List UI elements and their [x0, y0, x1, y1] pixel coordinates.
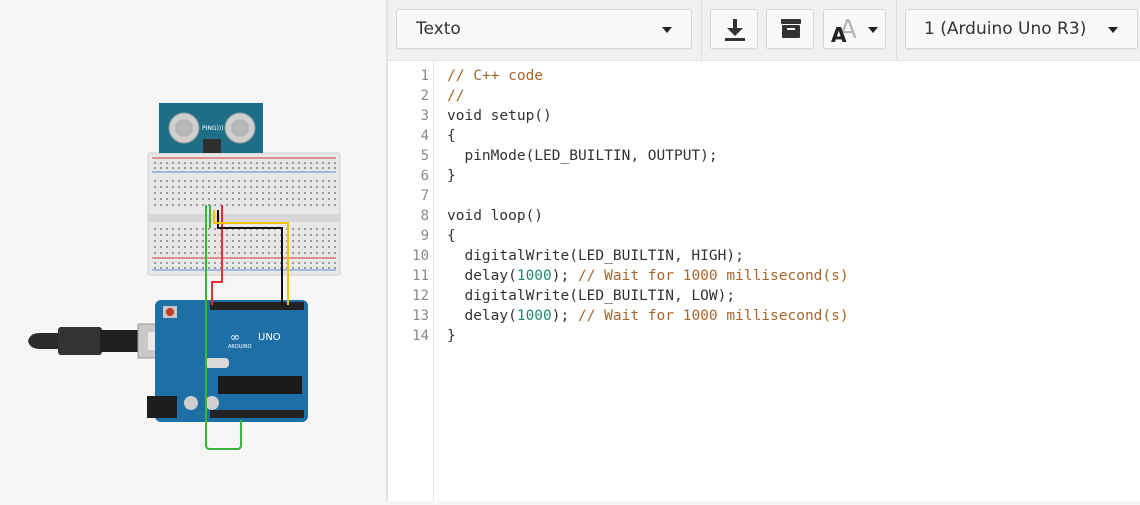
line-number: 10: [412, 248, 429, 264]
code-line[interactable]: void setup(): [447, 106, 849, 126]
download-button[interactable]: [710, 9, 758, 49]
code-line[interactable]: [447, 186, 849, 206]
code-token: }: [447, 168, 456, 184]
line-number: 13: [412, 308, 429, 324]
line-number: 1: [420, 68, 429, 84]
code-token: digitalWrite(LED_BUILTIN, LOW);: [447, 288, 736, 304]
board-select[interactable]: 1 (Arduino Uno R3): [905, 9, 1138, 49]
code-line[interactable]: delay(1000); // Wait for 1000 millisecon…: [447, 266, 849, 286]
font-size-icon: A A A: [831, 15, 857, 47]
code-token: //: [447, 88, 465, 104]
code-token: // C++ code: [447, 68, 544, 84]
code-line[interactable]: digitalWrite(LED_BUILTIN, HIGH);: [447, 246, 849, 266]
mode-select[interactable]: Texto: [396, 9, 692, 49]
code-token: digitalWrite(LED_BUILTIN, HIGH);: [447, 248, 744, 264]
line-number-gutter: 1 2 3 4 5 6 7 8 9 10 11 12 13 14: [388, 61, 434, 501]
code-token: delay(: [447, 268, 517, 284]
infinity-logo-icon: ∞: [230, 330, 240, 344]
code-token: // Wait for 1000 millisecond(s): [577, 268, 849, 284]
code-line[interactable]: digitalWrite(LED_BUILTIN, LOW);: [447, 286, 849, 306]
svg-text:A: A: [831, 23, 847, 47]
line-number: 4: [420, 128, 429, 144]
line-number: 5: [420, 148, 429, 164]
library-button[interactable]: [766, 9, 814, 49]
code-token: // Wait for 1000 millisecond(s): [577, 308, 849, 324]
code-token: {: [447, 228, 456, 244]
code-line[interactable]: // C++ code: [447, 66, 849, 86]
line-number: 14: [412, 328, 429, 344]
line-number: 11: [412, 268, 429, 284]
mode-select-label: Texto: [416, 19, 461, 39]
library-icon: [781, 19, 801, 38]
line-number: 2: [420, 88, 429, 104]
toolbar-separator: [896, 0, 897, 60]
code-token: pinMode(LED_BUILTIN, OUTPUT);: [447, 148, 718, 164]
code-line[interactable]: pinMode(LED_BUILTIN, OUTPUT);: [447, 146, 849, 166]
code-line[interactable]: {: [447, 226, 849, 246]
chevron-down-icon: [662, 27, 672, 33]
code-line[interactable]: //: [447, 86, 849, 106]
font-size-button[interactable]: A A A: [823, 9, 886, 49]
circuit-diagram[interactable]: PING))) UNO ARDUINO ∞: [0, 0, 386, 501]
board-brand-text: ARDUINO: [228, 344, 252, 350]
code-token: delay(: [447, 308, 517, 324]
code-text[interactable]: // C++ code // void setup() { pinMode(LED_B…: [447, 66, 849, 346]
code-token: 1000: [516, 268, 552, 284]
breadboard-icon[interactable]: [147, 152, 341, 276]
line-number: 9: [420, 228, 429, 244]
code-token: void loop(): [447, 208, 544, 224]
toolbar-separator: [701, 0, 702, 60]
board-select-label: 1 (Arduino Uno R3): [924, 19, 1087, 39]
code-token: );: [551, 268, 578, 284]
line-number: 7: [420, 188, 429, 204]
code-token: );: [551, 308, 578, 324]
chevron-down-icon: [868, 27, 878, 33]
code-line[interactable]: delay(1000); // Wait for 1000 millisecon…: [447, 306, 849, 326]
code-editor[interactable]: 1 2 3 4 5 6 7 8 9 10 11 12 13 14 // C++ code//void se…: [388, 61, 1140, 501]
download-icon: [725, 19, 745, 41]
code-line[interactable]: }: [447, 166, 849, 186]
line-number: 3: [420, 108, 429, 124]
code-line[interactable]: }: [447, 326, 849, 346]
code-token: }: [447, 328, 456, 344]
line-number: 6: [420, 168, 429, 184]
chevron-down-icon: [1108, 27, 1118, 33]
board-logo-text: UNO: [258, 332, 281, 343]
arduino-uno-icon[interactable]: UNO ARDUINO ∞: [147, 300, 308, 422]
line-number: 12: [412, 288, 429, 304]
code-token: 1000: [516, 308, 552, 324]
line-number: 8: [420, 208, 429, 224]
sensor-label: PING))): [202, 125, 224, 132]
code-token: {: [447, 128, 456, 144]
ultrasonic-sensor-icon[interactable]: PING))): [159, 103, 263, 153]
code-line[interactable]: {: [447, 126, 849, 146]
code-toolbar: Texto A A A 1 (Arduino Uno R3): [388, 0, 1140, 61]
circuit-canvas[interactable]: PING))) UNO ARDUINO ∞: [0, 0, 386, 501]
code-token: void setup(): [447, 108, 552, 124]
code-line[interactable]: void loop(): [447, 206, 849, 226]
